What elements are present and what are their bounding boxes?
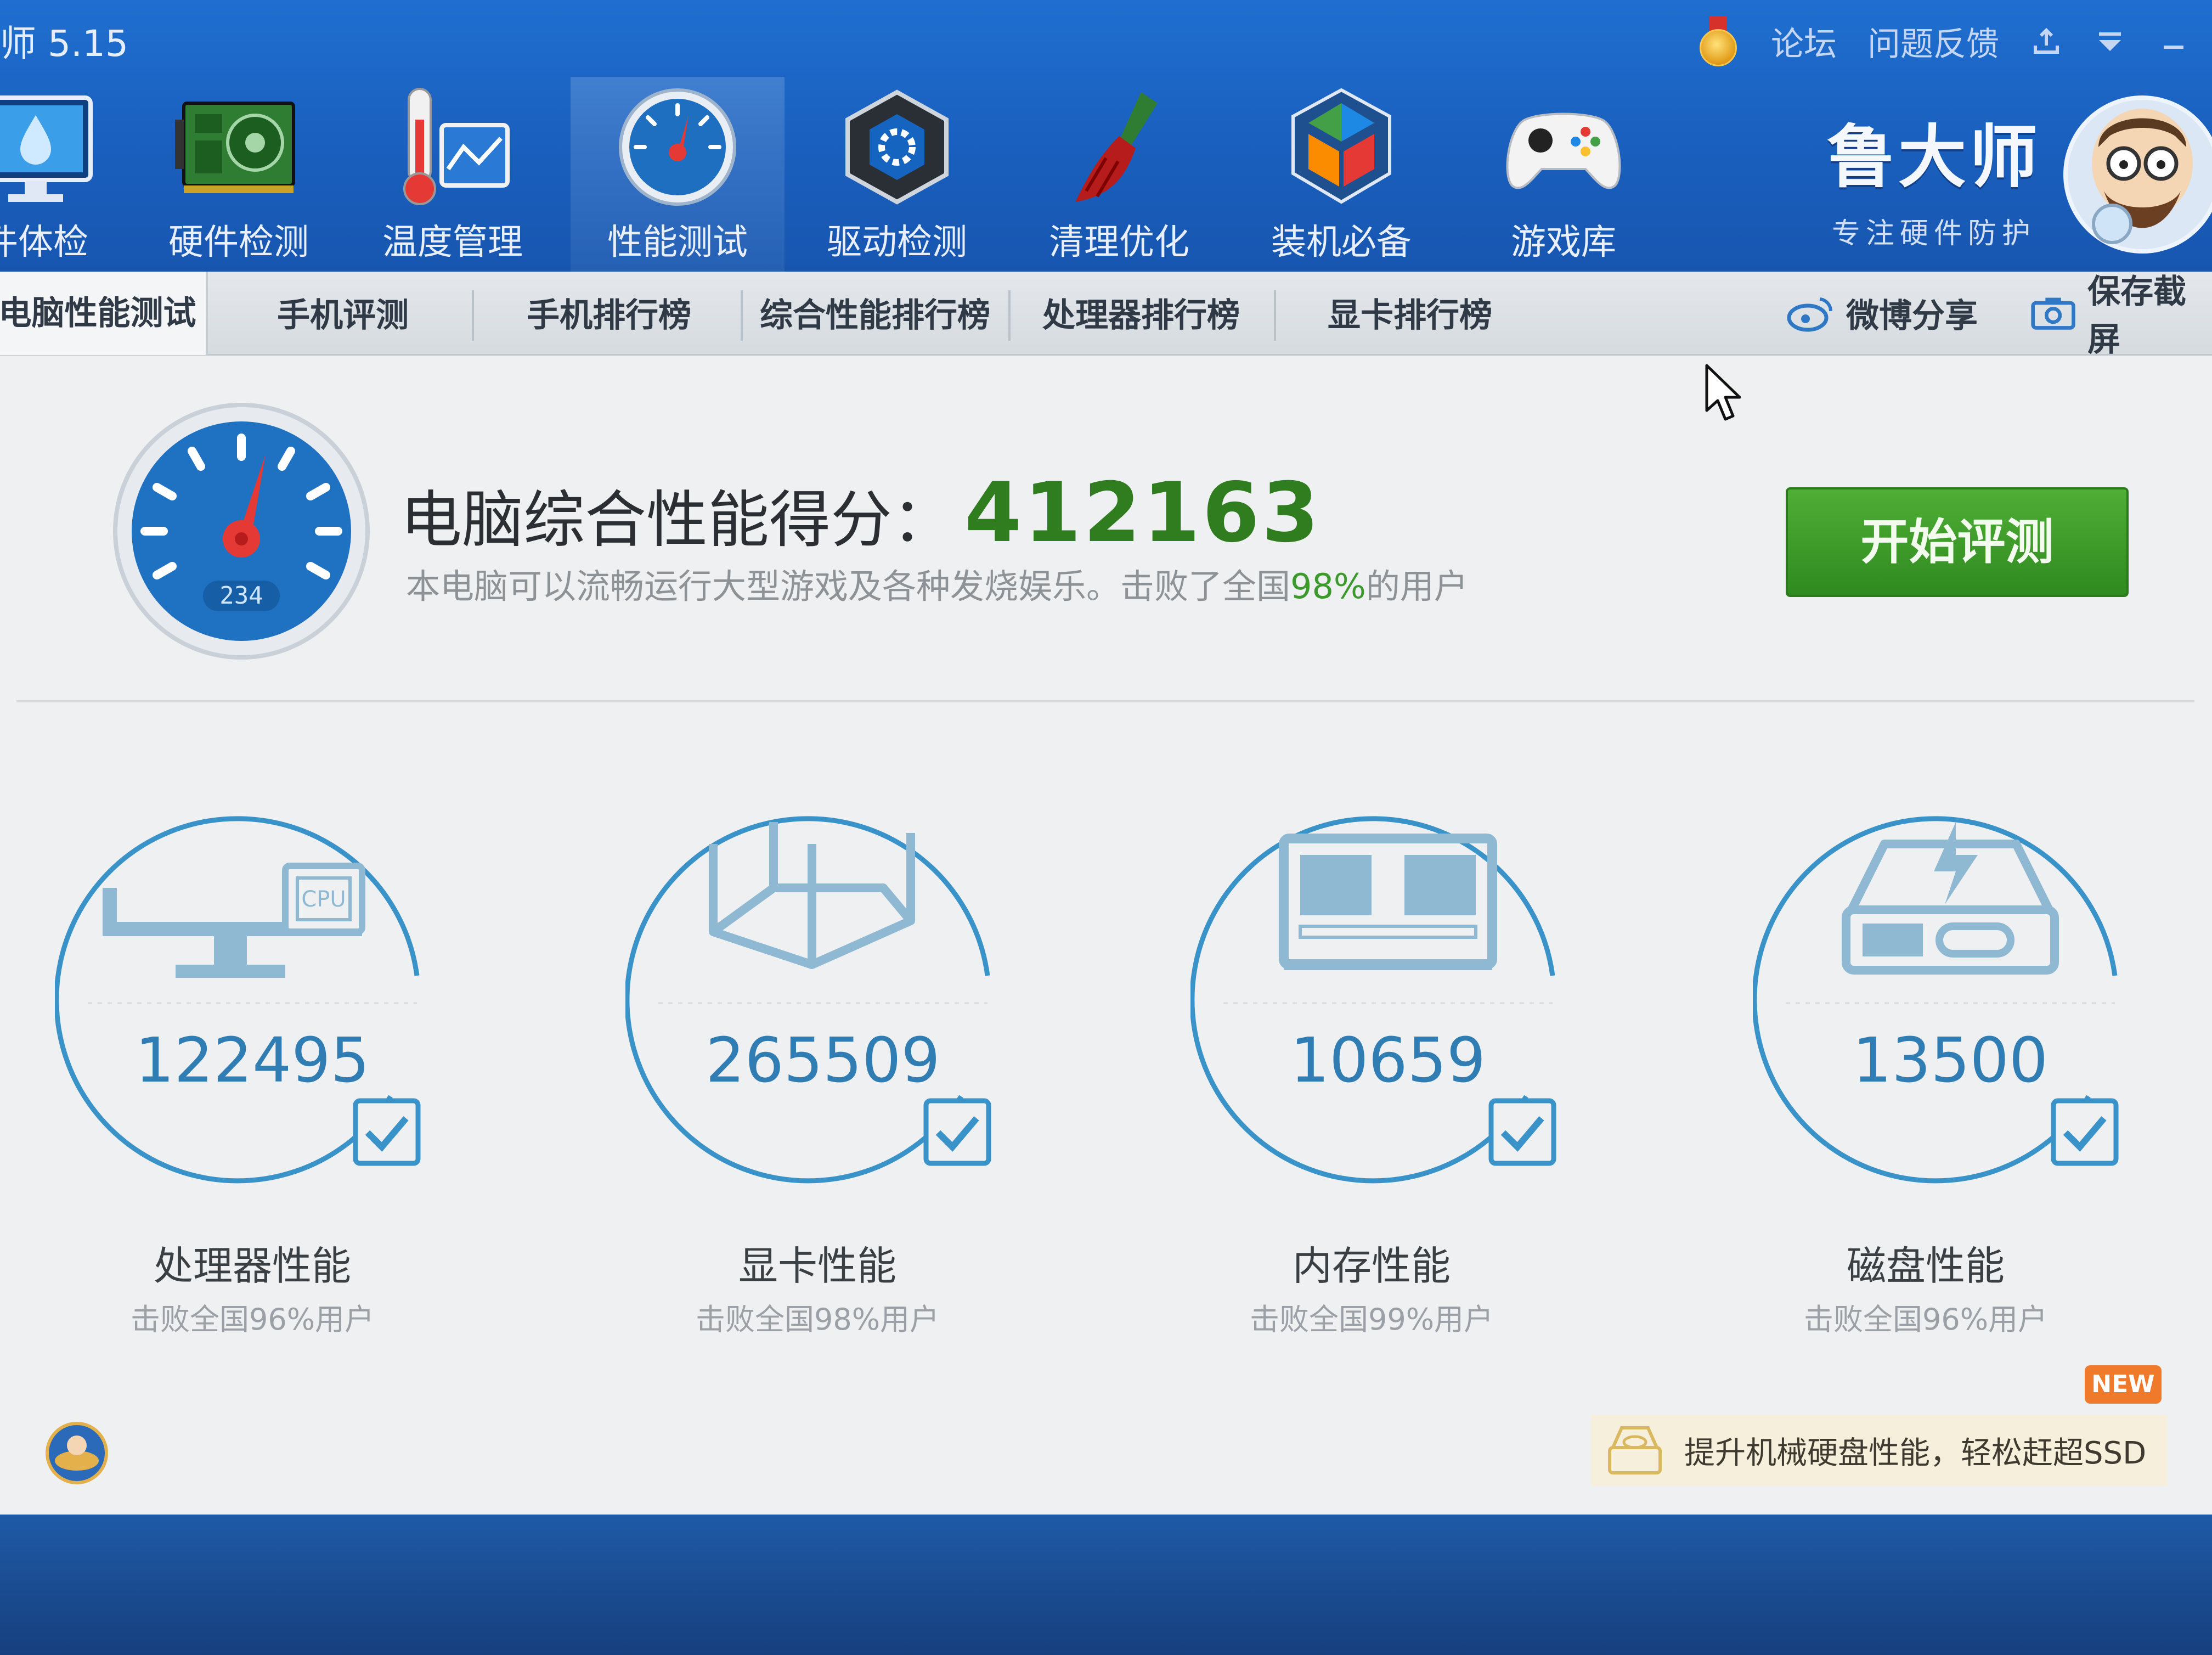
tab-separator [741,290,743,341]
gpu-card-title: 显卡性能 [738,1243,896,1289]
gauge-readout: 234 [219,582,263,610]
nav-label: 驱动检测 [827,222,967,263]
memory-module-icon [1279,834,1497,970]
mouse-cursor-icon [1705,364,1741,421]
score-gauge-icon: 234 [113,403,370,660]
nav-item-hardware[interactable]: 硬件检测 [132,77,346,272]
new-badge: NEW [2085,1365,2162,1404]
save-screenshot-label: 保存截屏 [2087,273,2187,359]
thermometer-chart-icon [403,88,510,205]
save-screenshot-button[interactable]: 保存截屏 [2030,272,2212,359]
package-cube-icon [1291,88,1391,204]
memory-card-beat: 击败全国99%用户 [1249,1302,1494,1337]
monitor-drop-icon [0,95,93,202]
promo-text: 提升机械硬盘性能，轻松赶超SSD [1684,1435,2147,1471]
memory-score-value: 10659 [1290,1025,1486,1096]
header: 师 5.15 论坛 问题反馈 件体检 硬件检测 温度管理 性能测试 驱动检测 清… [0,0,2212,272]
nav-label: 清理优化 [1049,222,1189,263]
minimize-icon[interactable] [2157,25,2190,58]
overall-score-label: 电脑综合性能得分： [400,485,953,556]
main-nav: 件体检 硬件检测 温度管理 性能测试 驱动检测 清理优化 装机必备 游戏库 [0,77,1646,272]
checkbox-checked-icon[interactable] [351,1096,422,1168]
weibo-share-button[interactable]: 微博分享 [1786,272,1978,354]
nav-label: 性能测试 [607,222,748,263]
speedometer-icon [619,88,736,206]
disk-card-beat: 击败全国96%用户 [1803,1302,2048,1337]
menu-icon[interactable] [2094,25,2126,58]
tab-bar: 电脑性能测试 手机评测 手机排行榜 综合性能排行榜 处理器排行榜 显卡排行榜 微… [0,272,2212,359]
tab-phone-review[interactable]: 手机评测 [230,277,455,354]
disk-card-title: 磁盘性能 [1846,1243,2005,1289]
camera-icon [2031,297,2075,330]
gamepad-icon [1506,112,1621,189]
tab-pc-performance[interactable]: 电脑性能测试 [0,272,208,355]
section-divider [16,700,2194,702]
promo-ssd-banner[interactable]: 提升机械硬盘性能，轻松赶超SSD [1591,1415,2167,1486]
desc-percent: 98% [1290,566,1366,606]
nav-item-performance[interactable]: 性能测试 [571,77,785,272]
driver-chip-icon [845,89,949,205]
brand-block: 鲁大师 专注硬件防护 [1827,102,2041,251]
lds-logo-icon[interactable] [44,1420,110,1486]
skin-icon[interactable] [2030,25,2063,58]
graphics-cube-icon [709,822,915,969]
overall-score-description: 本电脑可以流畅运行大型游戏及各种发烧娱乐。击败了全国98%的用户 [406,559,1468,608]
forum-link[interactable]: 论坛 [1771,18,1837,65]
cpu-chip-label: CPU [301,887,346,912]
hard-disk-icon [1842,822,2059,975]
cpu-card-title: 处理器性能 [153,1243,351,1289]
overall-score-heading: 电脑综合性能得分： 412163 [400,465,1321,561]
checkbox-checked-icon[interactable] [2049,1096,2120,1168]
nav-label: 游戏库 [1511,222,1616,263]
monitor-cpu-icon: CPU [103,863,365,978]
app-window: 师 5.15 论坛 问题反馈 件体检 硬件检测 温度管理 性能测试 驱动检测 清… [0,0,2212,1515]
tab-gpu-ranking[interactable]: 显卡排行榜 [1284,277,1536,354]
feedback-link[interactable]: 问题反馈 [1867,18,1999,65]
brand-name: 鲁大师 [1827,118,2041,197]
nav-item-games[interactable]: 游戏库 [1457,77,1671,272]
desc-suffix: 的用户 [1365,566,1468,606]
tab-cpu-ranking[interactable]: 处理器排行榜 [1015,277,1267,354]
cpu-score-value: 122495 [135,1025,370,1096]
nav-label: 装机必备 [1271,222,1412,263]
top-links: 论坛 问题反馈 [1696,11,2190,71]
mascot-avatar-icon[interactable] [2060,81,2212,268]
overall-score-value: 412163 [964,465,1322,561]
weibo-share-label: 微博分享 [1846,296,1978,335]
app-version: 师 5.15 [0,22,128,65]
desc-prefix: 本电脑可以流畅运行大型游戏及各种发烧娱乐。击败了全国 [406,566,1291,606]
disk-score-value: 13500 [1852,1025,2049,1096]
medal-icon[interactable] [1696,16,1740,66]
nav-item-checkup[interactable]: 件体检 [0,77,143,272]
circuit-board-icon [175,102,295,193]
tab-separator [472,290,474,341]
main-content: 234 电脑综合性能得分： 412163 本电脑可以流畅运行大型游戏及各种发烧娱乐… [0,356,2212,1515]
gpu-score-value: 265509 [706,1025,940,1096]
nav-item-essentials[interactable]: 装机必备 [1234,77,1448,272]
tab-overall-ranking[interactable]: 综合性能排行榜 [746,277,1004,354]
nav-item-cleanup[interactable]: 清理优化 [1012,77,1226,272]
tab-separator [1274,290,1276,341]
brand-slogan: 专注硬件防护 [1832,217,2036,250]
memory-card-title: 内存性能 [1292,1243,1451,1289]
nav-item-temperature[interactable]: 温度管理 [346,77,560,272]
gpu-card-beat: 击败全国98%用户 [695,1302,940,1337]
broom-icon [1075,92,1158,202]
weibo-icon [1787,297,1833,332]
checkbox-checked-icon[interactable] [1487,1096,1558,1168]
nav-label: 温度管理 [382,222,523,263]
disk-boost-icon [1608,1426,1662,1474]
cpu-card-beat: 击败全国96%用户 [130,1302,375,1337]
nav-label: 硬件检测 [168,222,309,263]
tab-phone-ranking[interactable]: 手机排行榜 [483,277,735,354]
tab-separator [1008,290,1011,341]
nav-label: 件体检 [0,222,88,263]
nav-item-driver[interactable]: 驱动检测 [790,77,1004,272]
checkbox-checked-icon[interactable] [922,1096,993,1168]
start-test-button[interactable]: 开始评测 [1786,487,2129,597]
desktop-background [0,1515,2212,1655]
